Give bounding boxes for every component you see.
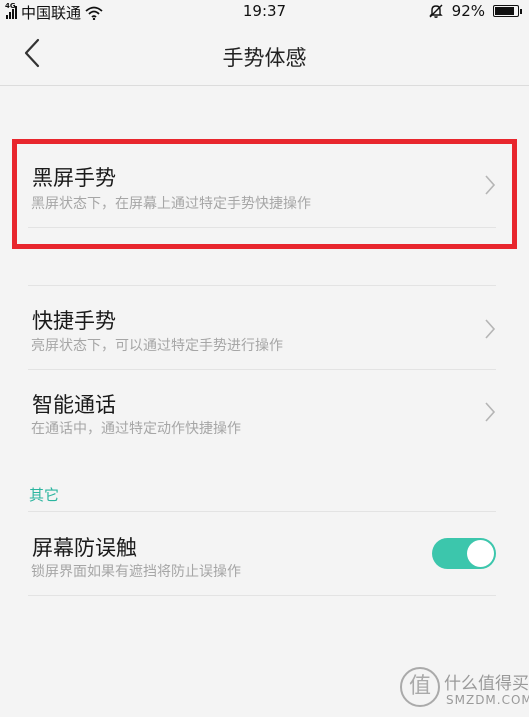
chevron-right-icon [485, 402, 496, 422]
item-subtitle: 亮屏状态下，可以通过特定手势进行操作 [31, 338, 283, 354]
watermark-logo: 值 什么值得买 SMZDM.COM [400, 667, 529, 713]
status-bar: 4G 中国联通 19:37 92% [0, 0, 529, 24]
watermark-text: 什么值得买 [444, 674, 529, 694]
mute-bell-icon [428, 4, 443, 18]
divider [28, 511, 496, 512]
chevron-right-icon [485, 319, 496, 339]
battery-icon [493, 5, 522, 17]
item-title: 屏幕防误触 [32, 536, 137, 560]
smzdm-logo-icon: 值 [400, 667, 440, 707]
anti-mistouch-toggle[interactable] [432, 538, 496, 569]
title-bar: 手势体感 [0, 24, 529, 86]
divider [28, 369, 496, 370]
status-right: 92% [428, 2, 522, 20]
watermark-subtext: SMZDM.COM [446, 693, 529, 707]
list-item-smart-call[interactable]: 智能通话 在通话中，通过特定动作快捷操作 [28, 389, 496, 449]
list-item-quick-gesture[interactable]: 快捷手势 亮屏状态下，可以通过特定手势进行操作 [28, 305, 496, 365]
item-subtitle: 在通话中，通过特定动作快捷操作 [31, 421, 241, 437]
highlight-box [12, 139, 517, 249]
page-title: 手势体感 [222, 46, 307, 70]
section-header-other: 其它 [29, 486, 60, 504]
item-subtitle: 锁屏界面如果有遮挡将防止误操作 [31, 564, 241, 580]
list-item-screen-anti-mistouch: 屏幕防误触 锁屏界面如果有遮挡将防止误操作 [28, 532, 496, 592]
item-title: 快捷手势 [32, 309, 116, 333]
item-title: 智能通话 [32, 393, 116, 417]
battery-percent: 92% [451, 2, 485, 20]
battery-fill [495, 7, 515, 15]
divider [28, 285, 496, 286]
divider [28, 595, 496, 596]
toggle-knob [467, 540, 494, 567]
